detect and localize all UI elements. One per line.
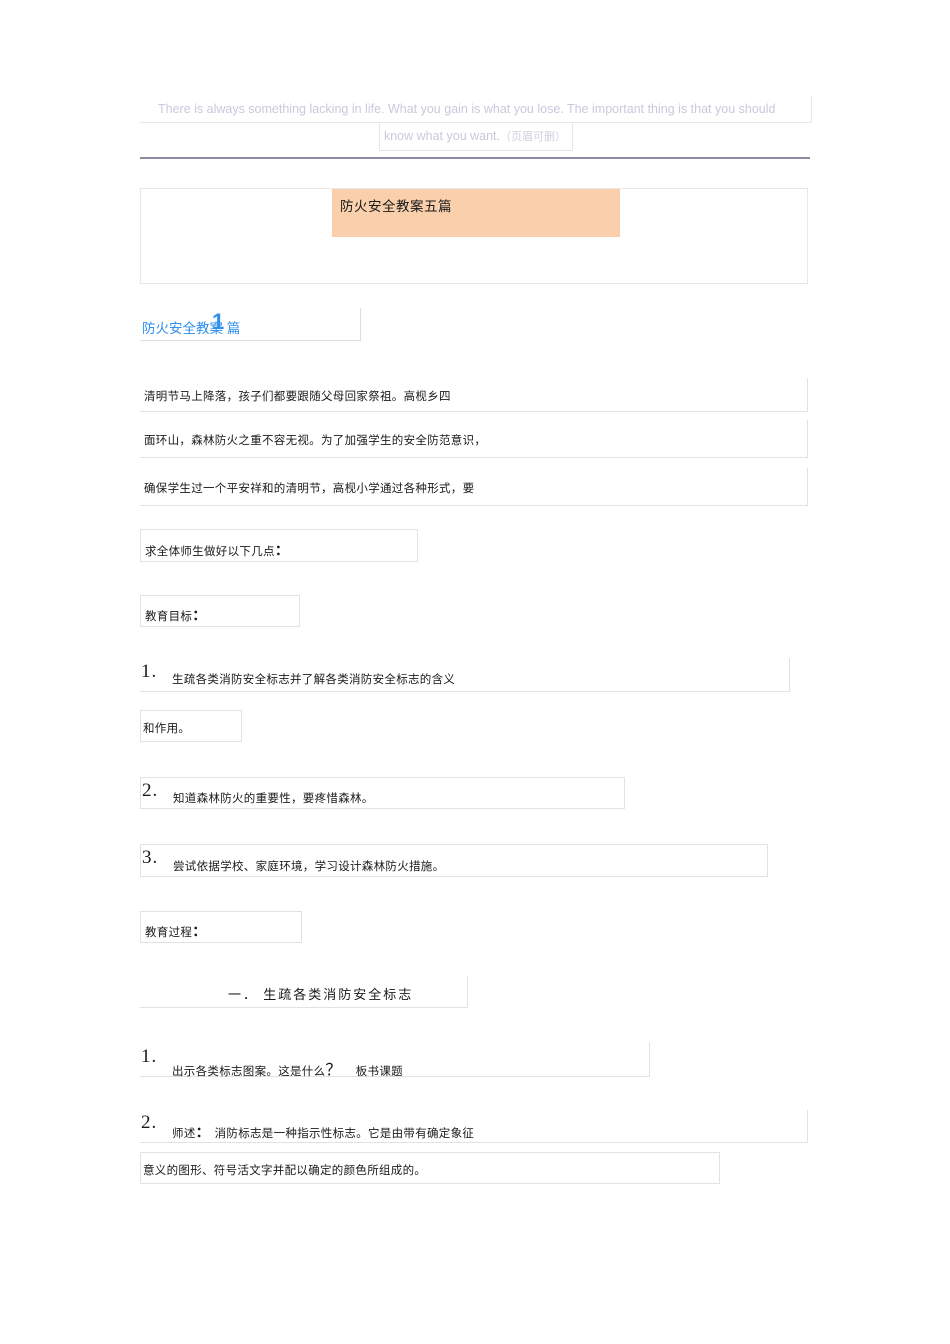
paragraph-box-1: 清明节马上降落，孩子们都要跟随父母回家祭祖。高枧乡四 xyxy=(140,378,808,412)
header-line-2-text: know what you want. xyxy=(383,129,501,143)
paragraph-box-4: 求全体师生做好以下几点： xyxy=(140,529,418,562)
goal-label-colon: ： xyxy=(192,609,207,624)
step-one-box: 一． 生疏各类消防安全标志 xyxy=(140,976,468,1008)
document-page: There is always something lacking in lif… xyxy=(0,0,950,1344)
header-line-2: know what you want.（页眉可删） xyxy=(378,123,574,151)
paragraph-box-2: 面环山，森林防火之重不容无视。为了加强学生的安全防范意识， xyxy=(140,420,808,458)
section-heading: 防火安全教案 篇 1 xyxy=(140,308,361,341)
paragraph-4: 求全体师生做好以下几点： xyxy=(145,540,289,560)
paragraph-2: 面环山，森林防火之重不容无视。为了加强学生的安全防范意识， xyxy=(144,435,487,447)
substep-2-label: 师述 xyxy=(172,1128,196,1140)
substep-2-line: 师述： 消防标志是一种指示性标志。它是由带有确定象征 xyxy=(172,1122,474,1142)
header-line-1: There is always something lacking in lif… xyxy=(140,96,812,123)
page-title: 防火安全教案五篇 xyxy=(340,199,452,214)
substep-1-text-b: 板书课题 xyxy=(355,1066,403,1078)
substep-1-question-mark: ？ xyxy=(325,1062,342,1079)
page-header: There is always something lacking in lif… xyxy=(140,96,812,151)
goal-item-2-box: 2. 知道森林防火的重要性，要疼惜森林。 xyxy=(140,777,625,809)
section-heading-number: 1 xyxy=(212,309,225,334)
substep-1-text-a: 出示各类标志图案。这是什么 xyxy=(172,1066,326,1078)
substep-2-box: 2. 师述： 消防标志是一种指示性标志。它是由带有确定象征 xyxy=(140,1110,808,1143)
goal-item-2-text: 知道森林防火的重要性，要疼惜森林。 xyxy=(173,793,374,805)
goal-item-1-text: 生疏各类消防安全标志并了解各类消防安全标志的含义 xyxy=(172,674,456,686)
goal-item-1-cont-box: 和作用。 xyxy=(140,710,242,742)
header-line-2-row: know what you want.（页眉可删） xyxy=(140,123,812,151)
paragraph-box-3: 确保学生过一个平安祥和的清明节，高枧小学通过各种形式，要 xyxy=(140,468,808,506)
substep-1-number: 1. xyxy=(141,1046,158,1067)
substep-2-number: 2. xyxy=(141,1112,158,1133)
substep-2-text: 消防标志是一种指示性标志。它是由带有确定象征 xyxy=(214,1128,475,1140)
substep-1-line: 出示各类标志图案。这是什么？ 板书课题 xyxy=(172,1056,403,1080)
goal-item-2-number: 2. xyxy=(142,780,159,801)
process-label-line: 教育过程： xyxy=(145,921,206,941)
title-highlight: 防火安全教案五篇 xyxy=(332,189,620,237)
section-heading-label: 防火安全教案 篇 xyxy=(142,321,241,336)
process-label: 教育过程 xyxy=(145,927,193,939)
process-label-box: 教育过程： xyxy=(140,911,302,943)
goal-item-3-number: 3. xyxy=(142,847,159,868)
goal-label-box: 教育目标： xyxy=(140,595,300,627)
paragraph-4-colon: ： xyxy=(274,544,289,559)
substep-2-cont-box: 意义的图形、符号活文字并配以确定的颜色所组成的。 xyxy=(140,1152,720,1184)
substep-2-continuation: 意义的图形、符号活文字并配以确定的颜色所组成的。 xyxy=(143,1165,427,1177)
process-label-colon: ： xyxy=(192,925,207,940)
goal-item-3-text: 尝试依据学校、家庭环境，学习设计森林防火措施。 xyxy=(173,861,445,873)
goal-item-1-box: 1. 生疏各类消防安全标志并了解各类消防安全标志的含义 xyxy=(140,658,790,692)
goal-label: 教育目标 xyxy=(145,611,193,623)
goal-item-3-box: 3. 尝试依据学校、家庭环境，学习设计森林防火措施。 xyxy=(140,844,768,877)
substep-1-box: 1. 出示各类标志图案。这是什么？ 板书课题 xyxy=(140,1042,650,1080)
goal-item-1-number: 1. xyxy=(141,661,158,682)
goal-label-line: 教育目标： xyxy=(145,605,206,625)
step-one-heading: 一． 生疏各类消防安全标志 xyxy=(228,987,414,1002)
paragraph-4-text: 求全体师生做好以下几点 xyxy=(145,546,275,558)
header-divider-rule xyxy=(140,157,810,159)
goal-item-1-continuation: 和作用。 xyxy=(143,723,191,735)
paragraph-1: 清明节马上降落，孩子们都要跟随父母回家祭祖。高枧乡四 xyxy=(144,391,451,403)
paragraph-3: 确保学生过一个平安祥和的清明节，高枧小学通过各种形式，要 xyxy=(144,483,475,495)
title-container: 防火安全教案五篇 xyxy=(140,188,808,284)
header-deletable-note: （页眉可删） xyxy=(500,131,567,143)
substep-2-colon: ： xyxy=(195,1126,210,1141)
